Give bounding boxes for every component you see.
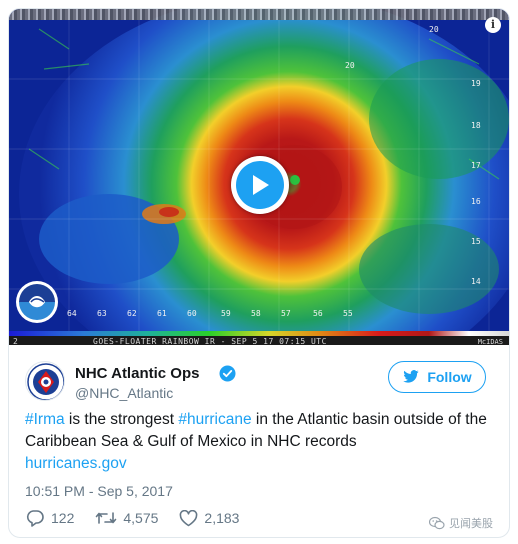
author-handle[interactable]: @NHC_Atlantic (75, 385, 173, 401)
grid-label: 18 (471, 121, 481, 130)
grid-label: 56 (313, 309, 323, 318)
grid-label: 60 (187, 309, 197, 318)
avatar[interactable] (25, 361, 65, 401)
play-icon (253, 175, 269, 195)
grid-label: 61 (157, 309, 167, 318)
reply-icon (26, 510, 44, 527)
grid-label: 20 (429, 25, 439, 34)
tweet-actions: 122 4,575 2,183 (25, 507, 260, 529)
twitter-bird-icon (403, 370, 420, 383)
grid-label: 19 (471, 79, 481, 88)
grid-label: 14 (471, 277, 481, 286)
tweet-link[interactable]: hurricanes.gov (25, 453, 495, 475)
grid-label: 20 (345, 61, 355, 70)
grid-label: 63 (97, 309, 107, 318)
grid-label: 64 (67, 309, 77, 318)
image-credit: McIDAS (477, 338, 503, 345)
satellite-caption-bar: 2 GOES-FLOATER RAINBOW IR - SEP 5 17 07:… (9, 331, 509, 345)
wechat-icon (429, 516, 445, 530)
follow-label: Follow (427, 369, 472, 385)
reply-action[interactable]: 122 (25, 509, 74, 527)
grid-label: 59 (221, 309, 231, 318)
grid-label: 55 (343, 309, 353, 318)
tweet-card: 20 20 19 18 17 16 15 14 65 64 63 62 61 6… (8, 8, 510, 538)
hashtag-irma[interactable]: #Irma (25, 411, 65, 428)
info-glyph: i (490, 18, 496, 31)
grid-label: 17 (471, 161, 481, 170)
grid-label: 16 (471, 197, 481, 206)
like-action[interactable]: 2,183 (179, 509, 240, 527)
watermark-text: 见闻美股 (449, 518, 493, 530)
reply-count: 122 (51, 510, 75, 526)
grid-label: 57 (281, 309, 291, 318)
follow-button[interactable]: Follow (388, 361, 486, 393)
caption-lead: 2 (13, 337, 18, 345)
noaa-logo (16, 281, 58, 323)
tweet-text: #Irma is the strongest #hurricane in the… (25, 409, 495, 475)
nws-seal-icon (27, 363, 64, 400)
play-button-inner (236, 161, 284, 209)
top-scale-band (9, 9, 509, 20)
satellite-caption: GOES-FLOATER RAINBOW IR - SEP 5 17 07:15… (93, 337, 327, 345)
verified-badge-icon (219, 365, 236, 387)
grid-label: 62 (127, 309, 137, 318)
hashtag-hurricane[interactable]: #hurricane (178, 411, 251, 428)
author-name[interactable]: NHC Atlantic Ops (75, 365, 199, 382)
play-button[interactable] (231, 156, 289, 214)
tweet-timestamp[interactable]: 10:51 PM - Sep 5, 2017 (25, 483, 173, 499)
retweet-count: 4,575 (123, 510, 159, 526)
grid-label: 58 (251, 309, 261, 318)
grid-label: 15 (471, 237, 481, 246)
retweet-icon (96, 512, 117, 524)
noaa-logo-icon (17, 282, 57, 322)
watermark: 见闻美股 (429, 515, 493, 531)
video-media[interactable]: 20 20 19 18 17 16 15 14 65 64 63 62 61 6… (9, 9, 509, 345)
heart-icon (180, 509, 198, 526)
tweet-text-part: is the strongest (64, 411, 179, 428)
retweet-action[interactable]: 4,575 (95, 510, 158, 526)
like-count: 2,183 (204, 510, 240, 526)
info-icon[interactable]: i (485, 17, 501, 33)
